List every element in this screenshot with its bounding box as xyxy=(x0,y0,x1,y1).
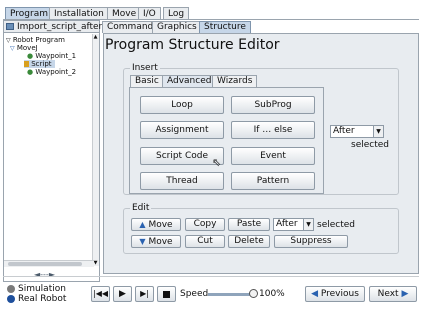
insert-selected-label: selected xyxy=(351,140,389,150)
tree-waypoint-1[interactable]: ● Waypoint_1 xyxy=(27,52,76,60)
vertical-scrollbar[interactable]: ▲ ▼ xyxy=(92,34,99,266)
real-robot-label[interactable]: Real Robot xyxy=(18,294,66,304)
arrow-right-icon: ▶ xyxy=(401,289,409,299)
waypoint-icon: ● xyxy=(27,68,34,76)
thread-button[interactable]: Thread xyxy=(140,172,224,190)
move-up-button[interactable]: ▲ Move xyxy=(131,218,181,231)
rewind-icon: |◀◀ xyxy=(93,289,108,298)
cut-button[interactable]: Cut xyxy=(185,235,225,248)
horizontal-scrollbar[interactable] xyxy=(4,260,94,267)
edit-selected-label: selected xyxy=(317,220,355,230)
next-button[interactable]: Next ▶ xyxy=(369,286,417,302)
bottom-divider xyxy=(3,276,419,277)
collapse-icon: ▽ xyxy=(6,37,11,44)
previous-button[interactable]: ◀ Previous xyxy=(305,286,365,302)
tab-wizards[interactable]: Wizards xyxy=(212,75,258,87)
event-button[interactable]: Event xyxy=(231,147,315,165)
arrow-up-icon: ▲ xyxy=(139,220,146,229)
insert-label: Insert xyxy=(130,63,160,73)
subprog-button[interactable]: SubProg xyxy=(231,96,315,114)
tree-waypoint-2[interactable]: ● Waypoint_2 xyxy=(27,68,76,76)
insert-position-select[interactable]: After ▼ xyxy=(330,125,384,138)
program-file-header: Import_script_after xyxy=(3,20,103,33)
scroll-up-arrow[interactable]: ▲ xyxy=(93,34,98,40)
move-down-button[interactable]: ▼ Move xyxy=(131,235,181,248)
arrow-down-icon: ▼ xyxy=(139,237,146,246)
simulation-label[interactable]: Simulation xyxy=(18,284,66,294)
paste-button[interactable]: Paste xyxy=(228,218,270,231)
tree-scroll-nav[interactable]: ◄---► xyxy=(34,270,55,279)
waypoint-icon: ● xyxy=(27,52,34,60)
delete-button[interactable]: Delete xyxy=(228,235,270,248)
collapse-icon: ▽ xyxy=(10,45,15,52)
step-icon: ▶| xyxy=(140,289,149,298)
rewind-button[interactable]: |◀◀ xyxy=(91,286,110,302)
speed-value: 100% xyxy=(259,289,285,299)
mouse-cursor-icon: ⇖ xyxy=(212,156,222,169)
speed-slider-fill xyxy=(208,293,254,296)
pattern-button[interactable]: Pattern xyxy=(231,172,315,190)
loop-button[interactable]: Loop xyxy=(140,96,224,114)
tree-script[interactable]: Script xyxy=(24,60,55,68)
assignment-button[interactable]: Assignment xyxy=(140,121,224,139)
scroll-thumb[interactable] xyxy=(8,262,82,266)
program-name: Import_script_after xyxy=(17,22,103,32)
program-file-icon xyxy=(6,23,14,30)
play-button[interactable]: ▶ xyxy=(113,286,132,302)
step-button[interactable]: ▶| xyxy=(135,286,154,302)
chevron-down-icon: ▼ xyxy=(373,126,383,137)
edit-position-select[interactable]: After ▼ xyxy=(273,218,314,231)
program-tree-panel: ▽ Robot Program ▽ MoveJ ● Waypoint_1 Scr… xyxy=(3,20,100,282)
real-robot-icon[interactable] xyxy=(7,295,15,303)
edit-label: Edit xyxy=(130,203,152,213)
tab-command[interactable]: Command xyxy=(102,21,159,33)
arrow-left-icon: ◀ xyxy=(311,289,318,299)
chevron-down-icon: ▼ xyxy=(303,219,313,230)
copy-button[interactable]: Copy xyxy=(185,218,225,231)
speed-slider-knob[interactable] xyxy=(249,289,258,298)
tab-basic[interactable]: Basic xyxy=(130,75,164,87)
speed-slider-track[interactable] xyxy=(208,293,254,296)
play-icon: ▶ xyxy=(119,289,126,299)
tab-advanced[interactable]: Advanced xyxy=(162,75,217,87)
simulation-icon[interactable] xyxy=(7,285,15,293)
script-icon xyxy=(24,61,29,67)
if-else-button[interactable]: If … else xyxy=(231,121,315,139)
suppress-button[interactable]: Suppress xyxy=(274,235,348,248)
tab-structure[interactable]: Structure xyxy=(199,21,251,33)
tab-graphics[interactable]: Graphics xyxy=(152,21,202,33)
speed-label: Speed xyxy=(180,289,209,299)
stop-button[interactable] xyxy=(157,286,176,302)
page-title: Program Structure Editor xyxy=(105,37,280,53)
stop-icon xyxy=(163,291,170,298)
